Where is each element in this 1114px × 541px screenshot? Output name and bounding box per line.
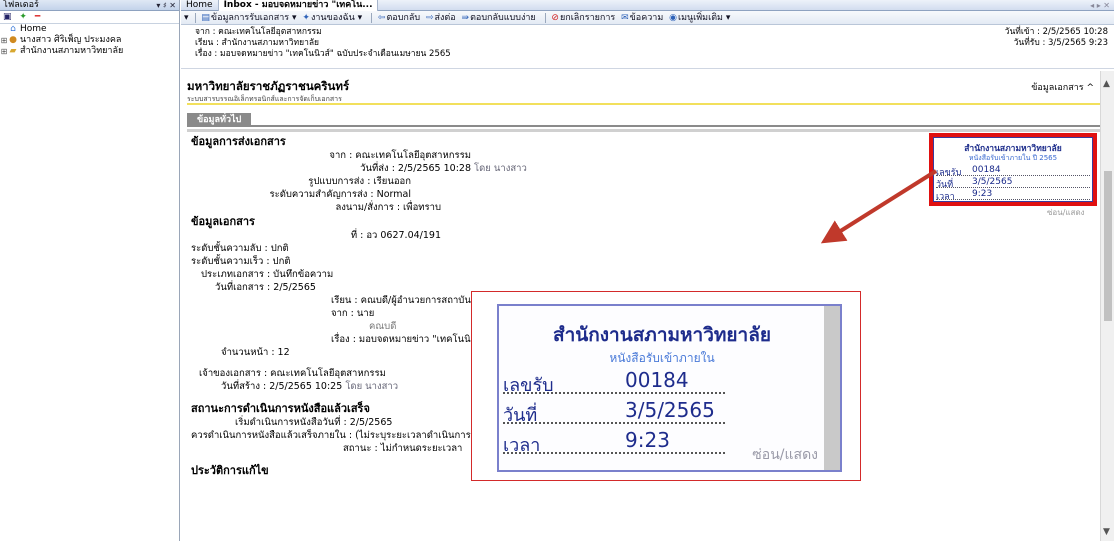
reply-button[interactable]: ⇦ตอบกลับ xyxy=(378,11,420,25)
scroll-thumb[interactable] xyxy=(1104,171,1112,321)
more-menu-button[interactable]: ◉เมนูเพิ่มเติม ▾ xyxy=(669,11,730,25)
my-tasks-button[interactable]: ✦งานของฉัน ▾ xyxy=(302,11,362,25)
toolbar-menu-icon[interactable]: ▾ xyxy=(184,11,189,25)
message-button[interactable]: ✉ข้อความ xyxy=(621,11,663,25)
doc-created-by: โดย นางสาว xyxy=(345,381,399,392)
user-icon: ● xyxy=(9,35,17,45)
expand-icon[interactable]: ⊞ xyxy=(0,35,8,46)
app-window: โฟลเดอร์ ▾ ♯ ✕ ▣ ✦ ━ ⌂ Home ⊞ ● นางสาว ศ… xyxy=(0,0,1114,541)
scroll-down-icon[interactable]: ▼ xyxy=(1103,527,1110,537)
stamp-zoom-box: สำนักงานสภามหาวิทยาลัย หนังสือรับเข้าภาย… xyxy=(497,304,842,472)
status-value: สถานะ : ไม่กำหนดระยะเวลา xyxy=(343,443,463,454)
tab-inbox[interactable]: Inbox - มอบจดหมายข่าว "เทคโน... xyxy=(218,0,379,11)
send-from: จาก : คณะเทคโนโลยีอุตสาหกรรม xyxy=(329,150,471,161)
tree-item-home[interactable]: ⌂ Home xyxy=(0,24,179,35)
main-pane: Home Inbox - มอบจดหมายข่าว "เทคโน... ◂ ▸ … xyxy=(181,0,1114,541)
send-type: รูปแบบการส่ง : เรียนออก xyxy=(308,176,411,187)
expand-icon[interactable]: ⊞ xyxy=(0,46,8,57)
tab-controls[interactable]: ◂ ▸ ✕ xyxy=(1090,0,1110,11)
message-icon: ✉ xyxy=(621,13,629,23)
header-date-in: วันที่เข้า : 2/5/2565 10:28 xyxy=(1004,27,1108,37)
divider xyxy=(187,129,1101,132)
doc-date: วันที่เอกสาร : 2/5/2565 xyxy=(215,282,316,293)
send-by: โดย นางสาว xyxy=(474,163,527,174)
document-icon: ▤ xyxy=(201,13,210,23)
tasks-icon: ✦ xyxy=(302,13,310,23)
doc-pages: จำนวนหน้า : 12 xyxy=(221,347,290,358)
doc-owner: เจ้าของเอกสาร : คณะเทคโนโลยีอุตสาหกรรม xyxy=(199,368,386,379)
stamp-row: วันที่ 3/5/2565 xyxy=(936,177,1090,190)
zoom-row: เลขรับ 00184 xyxy=(503,366,725,396)
status-deadline: ควรดำเนินการหนังสือแล้วเสร็จภายใน : (ไม่… xyxy=(191,430,504,441)
zoom-toggle: ซ่อน/แสดง xyxy=(752,447,818,463)
tab-home[interactable]: Home xyxy=(181,0,219,11)
doc-section-title: ข้อมูลเอกสาร xyxy=(191,215,255,228)
tree-item-label: สำนักงานสภามหาวิทยาลัย xyxy=(20,46,124,56)
reply-icon: ⇦ xyxy=(377,13,386,23)
zoom-scrollbar xyxy=(824,306,840,470)
document-info-link[interactable]: ข้อมูลเอกสาร ^ xyxy=(1031,80,1094,94)
receive-info-button[interactable]: ▤ข้อมูลการรับเอกสาร ▾ xyxy=(201,11,296,25)
stamp-row: เลขรับ 00184 xyxy=(936,165,1090,178)
forward-button[interactable]: ⇨ส่งต่อ xyxy=(426,11,456,25)
send-date: วันที่ส่ง : 2/5/2565 10:28 xyxy=(360,163,471,174)
home-icon: ⌂ xyxy=(10,24,16,34)
simple-reply-button[interactable]: ⇛ตอบกลับแบบง่าย xyxy=(462,11,536,25)
doc-from-position: คณบดี xyxy=(369,321,397,332)
doc-created: วันที่สร้าง : 2/5/2565 10:25 xyxy=(221,381,343,392)
folder-pane: โฟลเดอร์ ▾ ♯ ✕ ▣ ✦ ━ ⌂ Home ⊞ ● นางสาว ศ… xyxy=(0,0,180,541)
document-view: มหาวิทยาลัยราชภัฏราชนครินทร์ ระบบสารบรรณ… xyxy=(181,71,1114,541)
add-folder-icon[interactable]: ✦ xyxy=(19,11,27,24)
folder-pane-controls[interactable]: ▾ ♯ ✕ xyxy=(156,0,176,11)
cancel-icon: ⊘ xyxy=(551,13,559,23)
message-header: จาก : คณะเทคโนโลยีอุตสาหกรรม เรียน : สำน… xyxy=(181,25,1114,69)
status-start: เริ่มดำเนินการหนังสือวันที่ : 2/5/2565 xyxy=(235,417,393,428)
vertical-scrollbar[interactable]: ▲ ▼ xyxy=(1100,71,1114,541)
zoom-row: วันที่ 3/5/2565 xyxy=(503,396,725,426)
tree-item-user[interactable]: ⊞ ● นางสาว ศิริเพ็ญ ประมงคล xyxy=(0,35,179,46)
header-from: จาก : คณะเทคโนโลยีอุตสาหกรรม xyxy=(195,27,322,37)
toolbar: ▾ ▤ข้อมูลการรับเอกสาร ▾ ✦งานของฉัน ▾ ⇦ตอ… xyxy=(181,11,1114,25)
doc-from: จาก : นาย xyxy=(331,308,375,319)
header-date-received: วันที่รับ : 3/5/2565 9:23 xyxy=(1013,38,1108,48)
doc-tab-strip: ข้อมูลทั่วไป xyxy=(187,113,1101,127)
folder-pane-title: โฟลเดอร์ ▾ ♯ ✕ xyxy=(0,0,179,11)
doc-urgency: ระดับชั้นความเร็ว : ปกติ xyxy=(191,256,291,267)
folder-view-icon[interactable]: ▣ xyxy=(3,11,12,24)
forward-icon: ⇨ xyxy=(425,13,434,23)
remove-folder-icon[interactable]: ━ xyxy=(35,11,40,24)
folder-icon: ▰ xyxy=(9,46,17,56)
stamp-toggle-link[interactable]: ซ่อน/แสดง xyxy=(1047,206,1085,219)
scroll-up-icon[interactable]: ▲ xyxy=(1103,79,1110,89)
doc-type: ประเภทเอกสาร : บันทึกข้อความ xyxy=(201,269,334,280)
folder-pane-title-text: โฟลเดอร์ xyxy=(3,0,39,10)
send-section-title: ข้อมูลการส่งเอกสาร xyxy=(191,135,286,148)
zoom-title: สำนักงานสภามหาวิทยาลัย xyxy=(553,324,771,346)
simple-reply-icon: ⇛ xyxy=(461,13,470,23)
tree-item-label: นางสาว ศิริเพ็ญ ประมงคล xyxy=(20,35,122,45)
doc-number: ที่ : อว 0627.04/191 xyxy=(350,230,441,241)
tree-item-office[interactable]: ⊞ ▰ สำนักงานสภามหาวิทยาลัย xyxy=(0,46,179,57)
globe-icon: ◉ xyxy=(669,13,678,23)
header-to: เรียน : สำนักงานสภามหาวิทยาลัย xyxy=(195,38,320,48)
header-subject: เรื่อง : มอบจดหมายข่าว "เทคโนนิวส์" ฉบับ… xyxy=(195,49,451,59)
divider xyxy=(187,103,1101,105)
folder-toolbar: ▣ ✦ ━ xyxy=(0,11,179,24)
tree-item-label: Home xyxy=(20,24,47,34)
stamp-subtitle: หนังสือรับเข้าภายใน ปี 2565 xyxy=(968,154,1058,162)
stamp-row: เวลา 9:23 xyxy=(936,189,1090,202)
zoom-row: เวลา 9:23 xyxy=(503,426,725,456)
send-order: ลงนาม/สั่งการ : เพื่อทราบ xyxy=(335,202,441,213)
cancel-item-button[interactable]: ⊘ยกเลิกรายการ xyxy=(551,11,615,25)
tab-bar: Home Inbox - มอบจดหมายข่าว "เทคโน... ◂ ▸ … xyxy=(181,0,1114,11)
stamp-zoom-callout: สำนักงานสภามหาวิทยาลัย หนังสือรับเข้าภาย… xyxy=(471,291,861,481)
doc-secrecy: ระดับชั้นความลับ : ปกติ xyxy=(191,243,289,254)
receipt-stamp: สำนักงานสภามหาวิทยาลัย หนังสือรับเข้าภาย… xyxy=(929,133,1097,206)
send-importance: ระดับความสำคัญการส่ง : Normal xyxy=(269,189,411,200)
tab-general-info[interactable]: ข้อมูลทั่วไป xyxy=(187,113,252,127)
